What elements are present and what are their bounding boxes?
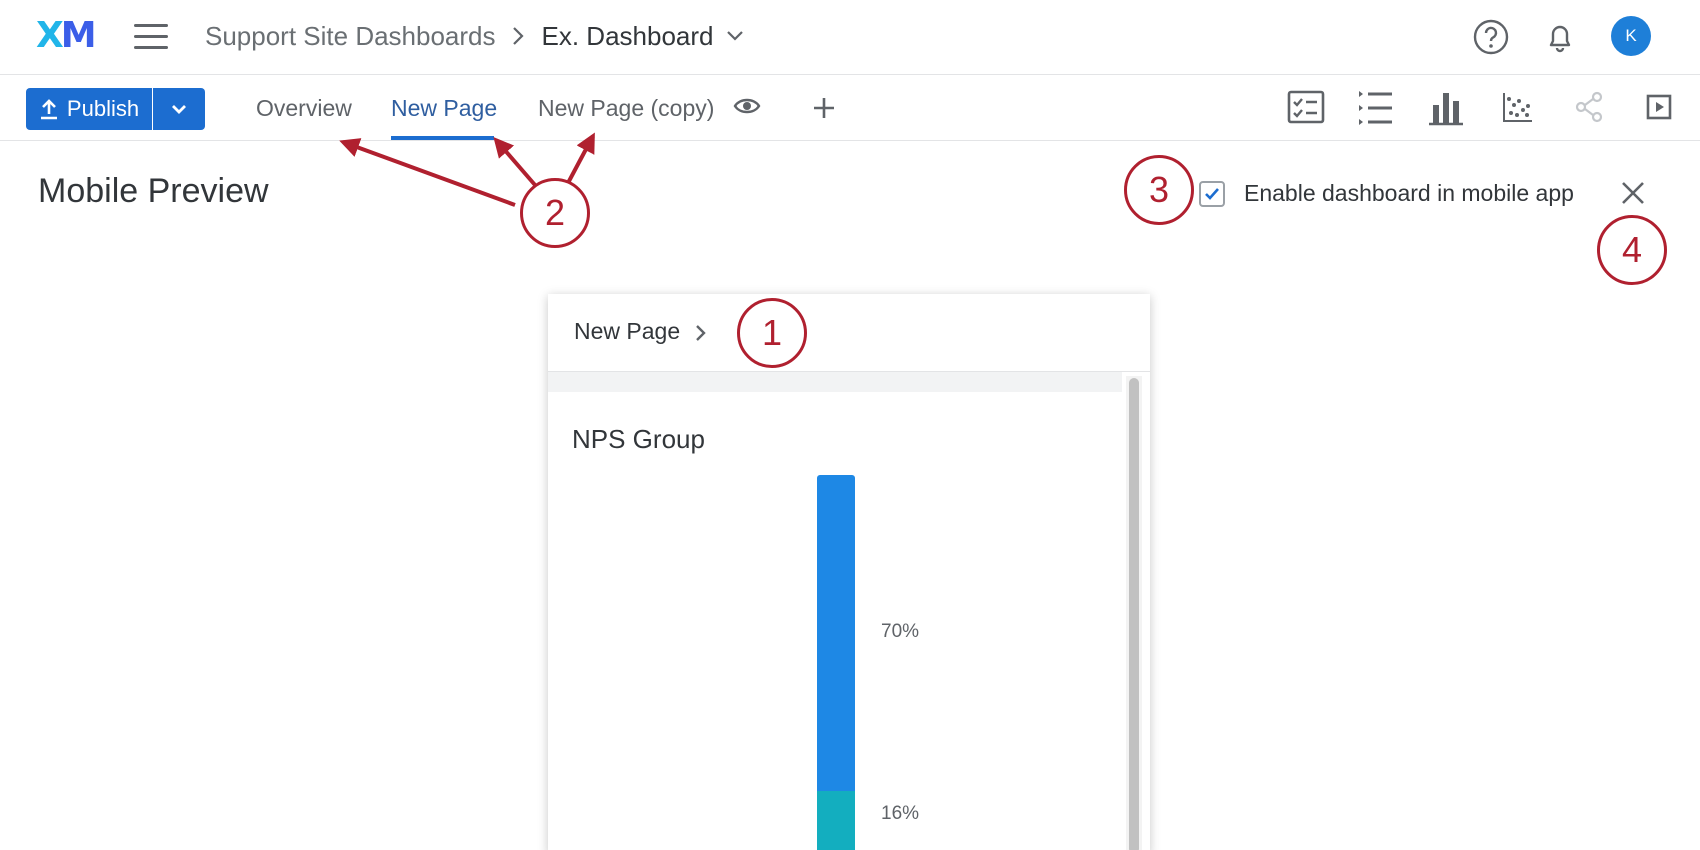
publish-button[interactable]: Publish bbox=[26, 88, 152, 130]
arrow-to-new-page bbox=[493, 136, 537, 187]
top-header: XM Support Site Dashboards Ex. Dashboard… bbox=[0, 0, 1700, 75]
bar-segment bbox=[817, 475, 855, 791]
add-page-icon[interactable] bbox=[813, 97, 835, 119]
tab-new-page[interactable]: New Page bbox=[391, 93, 497, 127]
widget-title: NPS Group bbox=[572, 424, 705, 454]
arrow-to-overview bbox=[339, 138, 516, 207]
eye-icon[interactable] bbox=[733, 96, 761, 116]
arrow-to-new-page-copy bbox=[566, 132, 595, 184]
bar-chart-icon[interactable] bbox=[1424, 85, 1468, 129]
annotation-marker-4: 4 bbox=[1597, 215, 1667, 285]
xm-logo[interactable]: XM bbox=[36, 16, 97, 56]
breadcrumb-current[interactable]: Ex. Dashboard bbox=[542, 21, 714, 52]
list-icon[interactable] bbox=[1354, 85, 1398, 129]
share-icon[interactable] bbox=[1567, 85, 1611, 129]
scatter-icon[interactable] bbox=[1496, 85, 1540, 129]
enable-mobile-label[interactable]: Enable dashboard in mobile app bbox=[1244, 180, 1574, 207]
tab-new-page-copy[interactable]: New Page (copy) bbox=[538, 93, 714, 127]
chevron-down-icon[interactable] bbox=[726, 30, 744, 42]
breadcrumb: Support Site Dashboards Ex. Dashboard bbox=[205, 18, 744, 54]
bell-icon[interactable] bbox=[1541, 18, 1579, 56]
close-icon[interactable] bbox=[1618, 178, 1648, 208]
chevron-right-icon[interactable] bbox=[694, 322, 708, 344]
tab-overview[interactable]: Overview bbox=[256, 93, 352, 127]
active-tab-indicator bbox=[391, 136, 494, 140]
annotation-marker-1: 1 bbox=[737, 298, 807, 368]
mobile-preview-frame: New Page NPS Group 70% 16% bbox=[548, 294, 1150, 850]
publish-options-button[interactable] bbox=[153, 88, 205, 130]
present-icon[interactable] bbox=[1638, 85, 1682, 129]
upload-icon bbox=[40, 99, 57, 120]
bar-value-label: 70% bbox=[881, 621, 920, 642]
annotation-marker-3: 3 bbox=[1124, 155, 1194, 225]
enable-mobile-checkbox[interactable] bbox=[1199, 180, 1225, 207]
mobile-page-title[interactable]: New Page bbox=[574, 318, 680, 345]
chevron-down-icon bbox=[172, 105, 186, 114]
dashboard-toolbar: Publish Overview New Page New Page (copy… bbox=[0, 75, 1700, 141]
mobile-page-header: New Page bbox=[548, 294, 1150, 372]
enable-mobile-row: Enable dashboard in mobile app bbox=[1199, 180, 1574, 207]
checkmark-icon bbox=[1205, 187, 1219, 200]
bar-value-label: 16% bbox=[881, 803, 920, 824]
scrollbar-thumb[interactable] bbox=[1129, 378, 1139, 850]
avatar[interactable]: K bbox=[1611, 16, 1651, 56]
bar-segment bbox=[817, 791, 855, 850]
checklist-icon[interactable] bbox=[1284, 85, 1328, 129]
annotation-marker-2: 2 bbox=[520, 178, 590, 248]
help-icon[interactable] bbox=[1472, 18, 1510, 56]
page-title: Mobile Preview bbox=[38, 172, 269, 210]
menu-icon[interactable] bbox=[134, 24, 168, 50]
widget-divider bbox=[548, 372, 1122, 392]
publish-label: Publish bbox=[66, 96, 140, 121]
breadcrumb-parent[interactable]: Support Site Dashboards bbox=[205, 21, 496, 52]
chevron-right-icon bbox=[512, 27, 524, 45]
